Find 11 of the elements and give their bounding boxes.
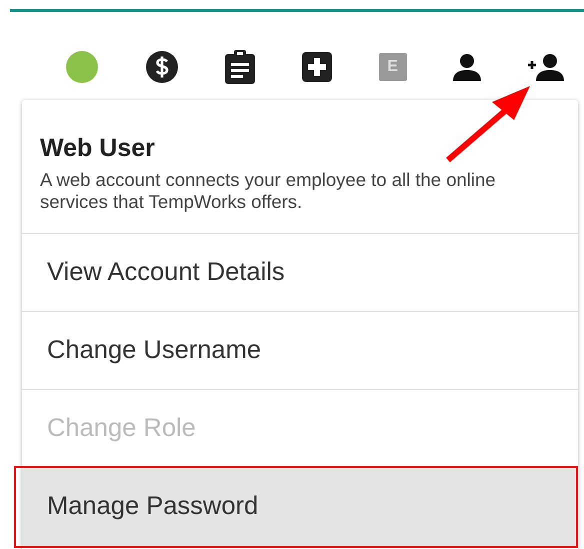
- status-dot[interactable]: [66, 51, 98, 83]
- menu-item[interactable]: Change Username: [22, 312, 578, 390]
- clipboard-icon[interactable]: [225, 50, 256, 84]
- menu-item[interactable]: Manage Password: [22, 468, 578, 546]
- menu-item[interactable]: View Account Details: [22, 234, 578, 312]
- menu-description: A web account connects your employee to all the online services that TempWorks offers.: [40, 169, 497, 214]
- add-person-icon[interactable]: [528, 53, 564, 81]
- person-icon[interactable]: [453, 53, 482, 81]
- plus-icon[interactable]: [302, 52, 332, 82]
- dollar-icon[interactable]: [144, 50, 179, 84]
- menu-title: Web User: [40, 134, 156, 163]
